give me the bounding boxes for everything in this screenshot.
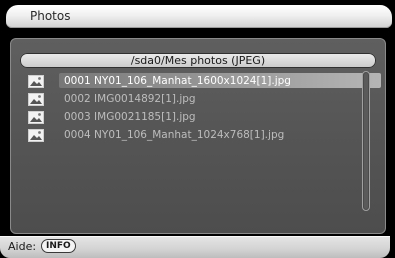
image-file-icon (28, 74, 44, 88)
title-bar: Photos (6, 5, 392, 28)
path-header: /sda0/Mes photos (JPEG) (20, 53, 376, 68)
image-file-icon (28, 92, 44, 106)
file-name: 0002 IMG0014892[1].jpg (64, 93, 196, 105)
file-name: 0003 IMG0021185[1].jpg (64, 111, 196, 123)
file-row[interactable]: 0003 IMG0021185[1].jpg (28, 108, 350, 126)
file-row[interactable]: 0002 IMG0014892[1].jpg (28, 90, 350, 108)
image-file-icon (28, 110, 44, 124)
file-name: 0004 NY01_106_Manhat_1024x768[1].jpg (64, 129, 285, 141)
file-row[interactable]: 0004 NY01_106_Manhat_1024x768[1].jpg (28, 126, 350, 144)
current-path: /sda0/Mes photos (JPEG) (130, 54, 266, 67)
file-row[interactable]: 0001 NY01_106_Manhat_1600x1024[1].jpg (28, 72, 381, 90)
scrollbar-thumb[interactable] (364, 73, 368, 209)
info-button[interactable]: INFO (41, 239, 76, 253)
photo-browser-screen: Photos /sda0/Mes photos (JPEG) 0001 NY01… (0, 0, 395, 258)
help-bar: Aide: INFO (0, 236, 390, 258)
help-label: Aide: (8, 240, 37, 253)
window-title: Photos (30, 9, 71, 23)
file-name: 0001 NY01_106_Manhat_1600x1024[1].jpg (64, 75, 291, 87)
image-file-icon (28, 128, 44, 142)
file-list[interactable]: 0001 NY01_106_Manhat_1600x1024[1].jpg 00… (28, 72, 381, 144)
scrollbar[interactable] (362, 71, 370, 211)
